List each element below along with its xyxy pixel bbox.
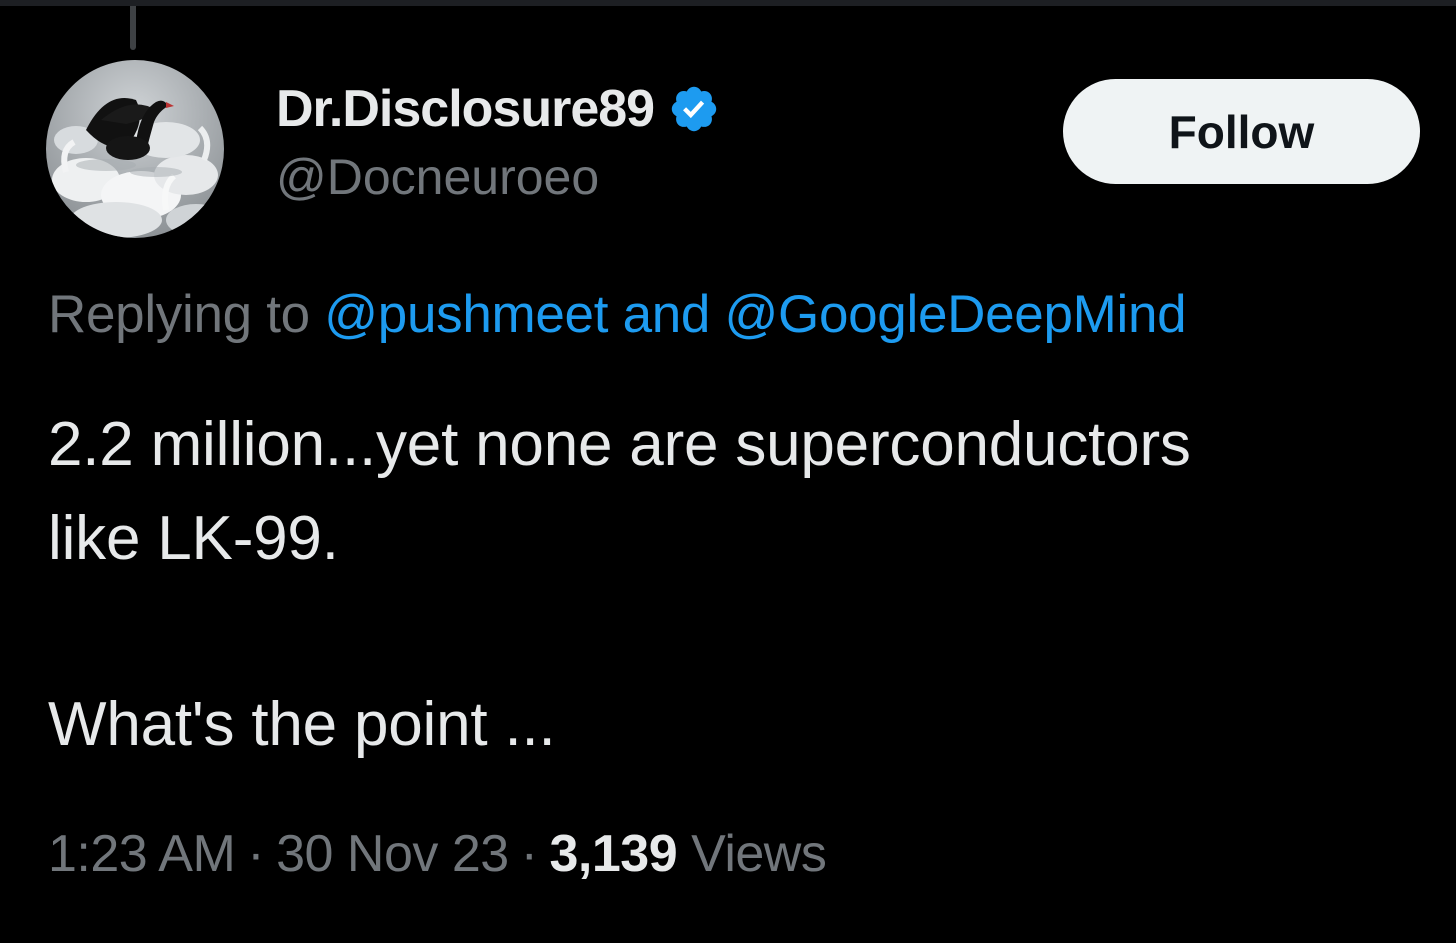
author-name-row: Dr.Disclosure89: [276, 76, 720, 142]
meta-separator: ·: [520, 825, 538, 883]
verified-badge-icon[interactable]: [668, 83, 720, 135]
avatar[interactable]: [46, 60, 224, 238]
tweet-date[interactable]: 30 Nov 23: [276, 825, 509, 883]
meta-separator: ·: [247, 825, 265, 883]
tweet-text-line: 2.2 million...yet none are superconducto…: [48, 410, 1191, 479]
reply-context-prefix: Replying to: [48, 285, 325, 344]
views-count[interactable]: 3,139: [550, 825, 678, 883]
tweet-time[interactable]: 1:23 AM: [48, 825, 236, 883]
author-display-name[interactable]: Dr.Disclosure89: [276, 79, 655, 139]
avatar-image: [46, 60, 224, 238]
tweet-text-line: like LK-99.: [48, 504, 339, 573]
mention-link-pushmeet[interactable]: @pushmeet: [324, 285, 608, 344]
views-label: Views: [691, 825, 827, 883]
author-handle[interactable]: @Docneuroeo: [276, 148, 599, 206]
thread-connector-line: [130, 6, 136, 50]
mention-link-googledeepmind[interactable]: @GoogleDeepMind: [725, 285, 1187, 344]
tweet-metadata: 1:23 AM · 30 Nov 23 · 3,139 Views: [48, 824, 827, 884]
reply-context-joiner: and: [608, 285, 725, 344]
follow-button[interactable]: Follow: [1063, 79, 1420, 184]
reply-context: Replying to @pushmeet and @GoogleDeepMin…: [48, 284, 1187, 345]
top-border: [0, 0, 1456, 6]
tweet-text: 2.2 million...yet none are superconducto…: [48, 398, 1438, 772]
tweet-text-line: What's the point ...: [48, 690, 556, 759]
